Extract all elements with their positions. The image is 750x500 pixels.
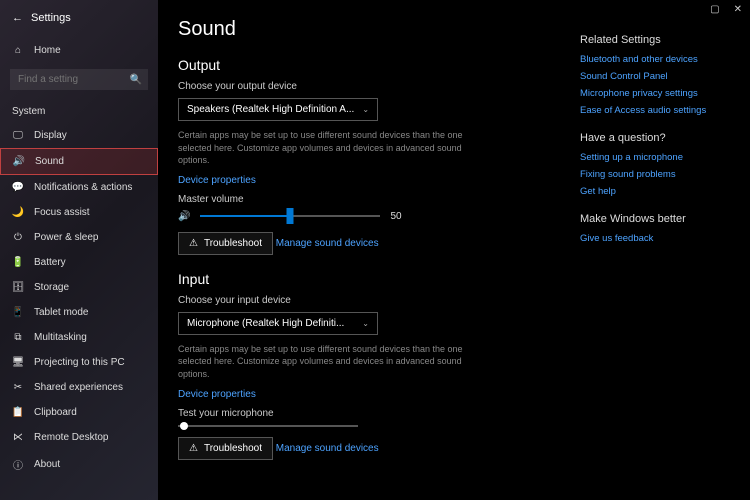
nav-label: Storage <box>34 282 69 293</box>
question-link[interactable]: Get help <box>580 186 730 197</box>
nav-label: Clipboard <box>34 407 77 418</box>
input-description: Certain apps may be set up to use differ… <box>178 343 468 381</box>
window-title: Settings <box>31 12 71 24</box>
input-troubleshoot-button[interactable]: ⚠ Troubleshoot <box>178 437 273 460</box>
chevron-down-icon: ⌄ <box>362 319 369 328</box>
nav-icon: ⋉ <box>12 432 24 443</box>
sidebar-item-battery[interactable]: 🔋 Battery <box>0 250 158 275</box>
nav-label: Focus assist <box>34 207 90 218</box>
related-link[interactable]: Microphone privacy settings <box>580 88 730 99</box>
search-icon: 🔍 <box>130 74 142 85</box>
related-link[interactable]: Ease of Access audio settings <box>580 105 730 116</box>
output-device-dropdown[interactable]: Speakers (Realtek High Definition A... ⌄ <box>178 98 378 121</box>
nav-label: Shared experiences <box>34 382 123 393</box>
sidebar-item-remote-desktop[interactable]: ⋉ Remote Desktop <box>0 425 158 450</box>
question-link[interactable]: Setting up a microphone <box>580 152 730 163</box>
volume-slider-thumb[interactable] <box>287 208 294 224</box>
nav-icon: 💬 <box>12 182 24 193</box>
volume-value: 50 <box>390 211 401 222</box>
sidebar-item-projecting-to-this-pc[interactable]: 🖥 Projecting to this PC <box>0 350 158 375</box>
nav-icon: 🖵 <box>12 130 24 141</box>
back-arrow-icon[interactable]: ← <box>12 12 23 24</box>
sidebar-item-focus-assist[interactable]: 🌙 Focus assist <box>0 200 158 225</box>
sidebar-item-tablet-mode[interactable]: 📱 Tablet mode <box>0 300 158 325</box>
sidebar-item-clipboard[interactable]: 📋 Clipboard <box>0 400 158 425</box>
nav-label: Multitasking <box>34 332 87 343</box>
input-device-value: Microphone (Realtek High Definiti... <box>187 318 344 329</box>
nav-label: Tablet mode <box>34 307 88 318</box>
volume-slider[interactable] <box>200 215 380 217</box>
nav-label: Remote Desktop <box>34 432 108 443</box>
sidebar-item-storage[interactable]: 🗄 Storage <box>0 275 158 300</box>
nav-icon: ⧉ <box>12 332 24 343</box>
nav-label: Notifications & actions <box>34 182 132 193</box>
sidebar-item-multitasking[interactable]: ⧉ Multitasking <box>0 325 158 350</box>
nav-icon: 📋 <box>12 407 24 418</box>
nav-label: Battery <box>34 257 66 268</box>
nav-icon: 📱 <box>12 307 24 318</box>
microphone-level-indicator <box>180 422 188 430</box>
maximize-button[interactable]: ▢ <box>710 4 719 15</box>
warning-icon: ⚠ <box>189 443 198 454</box>
sidebar-item-power-sleep[interactable]: ⏻ Power & sleep <box>0 225 158 250</box>
output-choose-label: Choose your output device <box>178 81 560 92</box>
output-description: Certain apps may be set up to use differ… <box>178 129 468 167</box>
question-link[interactable]: Fixing sound problems <box>580 169 730 180</box>
main-content: Sound Output Choose your output device S… <box>158 0 750 500</box>
master-volume-label: Master volume <box>178 194 560 205</box>
sidebar-item-sound[interactable]: 🔊 Sound <box>0 148 158 175</box>
nav-label: Projecting to this PC <box>34 357 125 368</box>
output-device-value: Speakers (Realtek High Definition A... <box>187 104 354 115</box>
nav-icon: 🖥 <box>12 357 24 368</box>
question-heading: Have a question? <box>580 132 730 144</box>
titlebar-controls: ▢ ✕ <box>710 4 742 15</box>
home-label: Home <box>34 45 61 56</box>
nav-label: Power & sleep <box>34 232 98 243</box>
output-troubleshoot-button[interactable]: ⚠ Troubleshoot <box>178 232 273 255</box>
related-settings-heading: Related Settings <box>580 34 730 46</box>
input-heading: Input <box>178 271 560 287</box>
warning-icon: ⚠ <box>189 238 198 249</box>
nav-icon: 🌙 <box>12 207 24 218</box>
better-link[interactable]: Give us feedback <box>580 233 730 244</box>
related-link[interactable]: Sound Control Panel <box>580 71 730 82</box>
system-group-label: System <box>0 96 158 123</box>
close-button[interactable]: ✕ <box>734 4 742 15</box>
speaker-icon: 🔊 <box>178 211 190 222</box>
page-title: Sound <box>178 18 560 41</box>
sidebar-item-about[interactable]: ⓘ About <box>0 450 158 479</box>
nav-icon: ⏻ <box>12 232 24 243</box>
sidebar: ← Settings ⌂ Home 🔍 System 🖵 Display 🔊 Soun… <box>0 0 158 500</box>
sidebar-item-notifications-actions[interactable]: 💬 Notifications & actions <box>0 175 158 200</box>
nav-icon: ✂ <box>12 382 24 393</box>
sidebar-item-display[interactable]: 🖵 Display <box>0 123 158 148</box>
microphone-test-meter <box>178 425 358 427</box>
home-icon: ⌂ <box>12 45 24 56</box>
search-input[interactable] <box>10 69 148 90</box>
related-link[interactable]: Bluetooth and other devices <box>580 54 730 65</box>
nav-icon: 🗄 <box>12 282 24 293</box>
output-heading: Output <box>178 57 560 73</box>
better-heading: Make Windows better <box>580 213 730 225</box>
test-microphone-label: Test your microphone <box>178 408 560 419</box>
home-button[interactable]: ⌂ Home <box>0 38 158 63</box>
nav-label: About <box>34 459 60 470</box>
chevron-down-icon: ⌄ <box>362 105 369 114</box>
input-choose-label: Choose your input device <box>178 295 560 306</box>
nav-label: Display <box>34 130 67 141</box>
sidebar-item-shared-experiences[interactable]: ✂ Shared experiences <box>0 375 158 400</box>
nav-icon: ⓘ <box>12 457 24 472</box>
output-device-properties-link[interactable]: Device properties <box>178 175 256 186</box>
nav-icon: 🔋 <box>12 257 24 268</box>
nav-icon: 🔊 <box>13 156 25 167</box>
nav-label: Sound <box>35 156 64 167</box>
input-device-properties-link[interactable]: Device properties <box>178 389 256 400</box>
right-sidebar: Related Settings Bluetooth and other dev… <box>580 18 730 482</box>
manage-input-devices-link[interactable]: Manage sound devices <box>276 443 379 454</box>
input-device-dropdown[interactable]: Microphone (Realtek High Definiti... ⌄ <box>178 312 378 335</box>
manage-output-devices-link[interactable]: Manage sound devices <box>276 238 379 249</box>
